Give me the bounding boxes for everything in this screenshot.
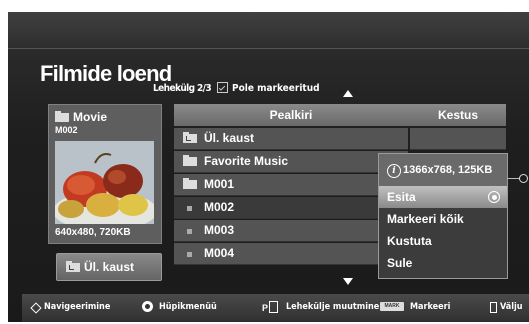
menu-item-mark-all[interactable]: Markeeri kõik	[379, 208, 507, 230]
preview-file-id: M002	[55, 125, 78, 135]
up-folder-icon	[66, 261, 80, 272]
navigate-icon	[30, 302, 40, 312]
file-bullet-icon	[187, 229, 192, 234]
page-key-label: P	[262, 303, 269, 313]
menu-item-play[interactable]: Esita	[379, 186, 507, 208]
list-item-label: M001	[204, 177, 235, 191]
tv-screen: Filmide loend Lehekülg 2/3 Pole markeerit…	[8, 12, 529, 322]
scroll-down-arrow-icon[interactable]	[343, 278, 353, 285]
top-band	[8, 12, 529, 48]
list-item-label: M003	[204, 223, 235, 237]
menu-item-label: Markeeri kõik	[387, 212, 464, 226]
callout-dot-icon	[519, 174, 528, 183]
list-item-folder[interactable]: M001	[174, 174, 408, 196]
menu-item-label: Kustuta	[387, 234, 432, 248]
list-header: Pealkiri Kestus	[174, 104, 506, 126]
ok-button-icon	[142, 301, 153, 312]
fruit-image	[55, 141, 154, 224]
preview-thumbnail	[55, 141, 154, 224]
folder-icon	[55, 111, 69, 122]
menu-item-delete[interactable]: Kustuta	[379, 230, 507, 252]
help-page-change: Lehekülje muutmine	[286, 302, 380, 312]
menu-item-close[interactable]: Sule	[379, 252, 507, 274]
exit-icon	[490, 302, 497, 313]
list-item-file[interactable]: M004	[174, 243, 408, 265]
top-divider	[8, 48, 529, 49]
list-item-up-folder[interactable]: Ül. kaust	[174, 128, 408, 150]
up-folder-button-label: Ül. kaust	[84, 260, 135, 274]
scroll-up-arrow-icon[interactable]	[343, 90, 353, 97]
preview-folder-name: Movie	[73, 110, 108, 124]
folder-icon	[183, 178, 197, 189]
bottom-help-bar: Navigeerimine Hüpikmenüü P Lehekülje muu…	[22, 294, 529, 322]
popup-menu: i 1366x768, 125KB Esita Markeeri kõik Ku…	[378, 153, 508, 279]
header-title: Pealkiri	[269, 108, 313, 122]
mark-key-icon: MARK	[380, 302, 404, 311]
list-item-file-selected[interactable]: M002	[174, 197, 408, 219]
popup-file-info: i 1366x768, 125KB	[379, 154, 507, 186]
file-bullet-icon	[187, 206, 192, 211]
list-item-label: M002	[204, 200, 235, 214]
list-item-label: Favorite Music	[204, 154, 289, 168]
help-exit: Välju	[500, 302, 523, 312]
radio-selected-icon	[488, 191, 500, 203]
help-popup-menu: Hüpikmenüü	[159, 302, 217, 312]
page-info: Lehekülg 2/3 Pole markeeritud	[153, 82, 320, 94]
list-item-folder[interactable]: Favorite Music	[174, 151, 408, 173]
checkbox-icon	[217, 82, 228, 93]
folder-icon	[183, 155, 197, 166]
up-folder-button[interactable]: Ül. kaust	[56, 253, 162, 281]
list-item-file[interactable]: M003	[174, 220, 408, 242]
menu-item-label: Esita	[387, 190, 416, 204]
page-indicator: Lehekülg 2/3	[153, 83, 212, 94]
file-bullet-icon	[187, 252, 192, 257]
duration-cell	[410, 128, 506, 150]
preview-folder: Movie	[55, 110, 107, 124]
menu-item-label: Sule	[387, 256, 413, 270]
up-folder-icon	[183, 132, 197, 143]
info-icon: i	[387, 164, 401, 178]
help-mark: Markeeri	[410, 302, 451, 312]
popup-info-text: 1366x768, 125KB	[403, 164, 493, 176]
unmarked-label: Pole markeeritud	[232, 83, 320, 94]
page-title: Filmide loend	[40, 61, 172, 86]
list-item-label: Ül. kaust	[204, 131, 255, 145]
list-item-label: M004	[204, 246, 235, 260]
header-duration: Kestus	[437, 108, 478, 122]
preview-panel: Movie M002 640x480, 720KB	[48, 104, 162, 244]
preview-resolution: 640x480, 720KB	[55, 227, 131, 238]
help-navigate: Navigeerimine	[44, 302, 111, 312]
page-key-icon: P	[262, 301, 279, 313]
